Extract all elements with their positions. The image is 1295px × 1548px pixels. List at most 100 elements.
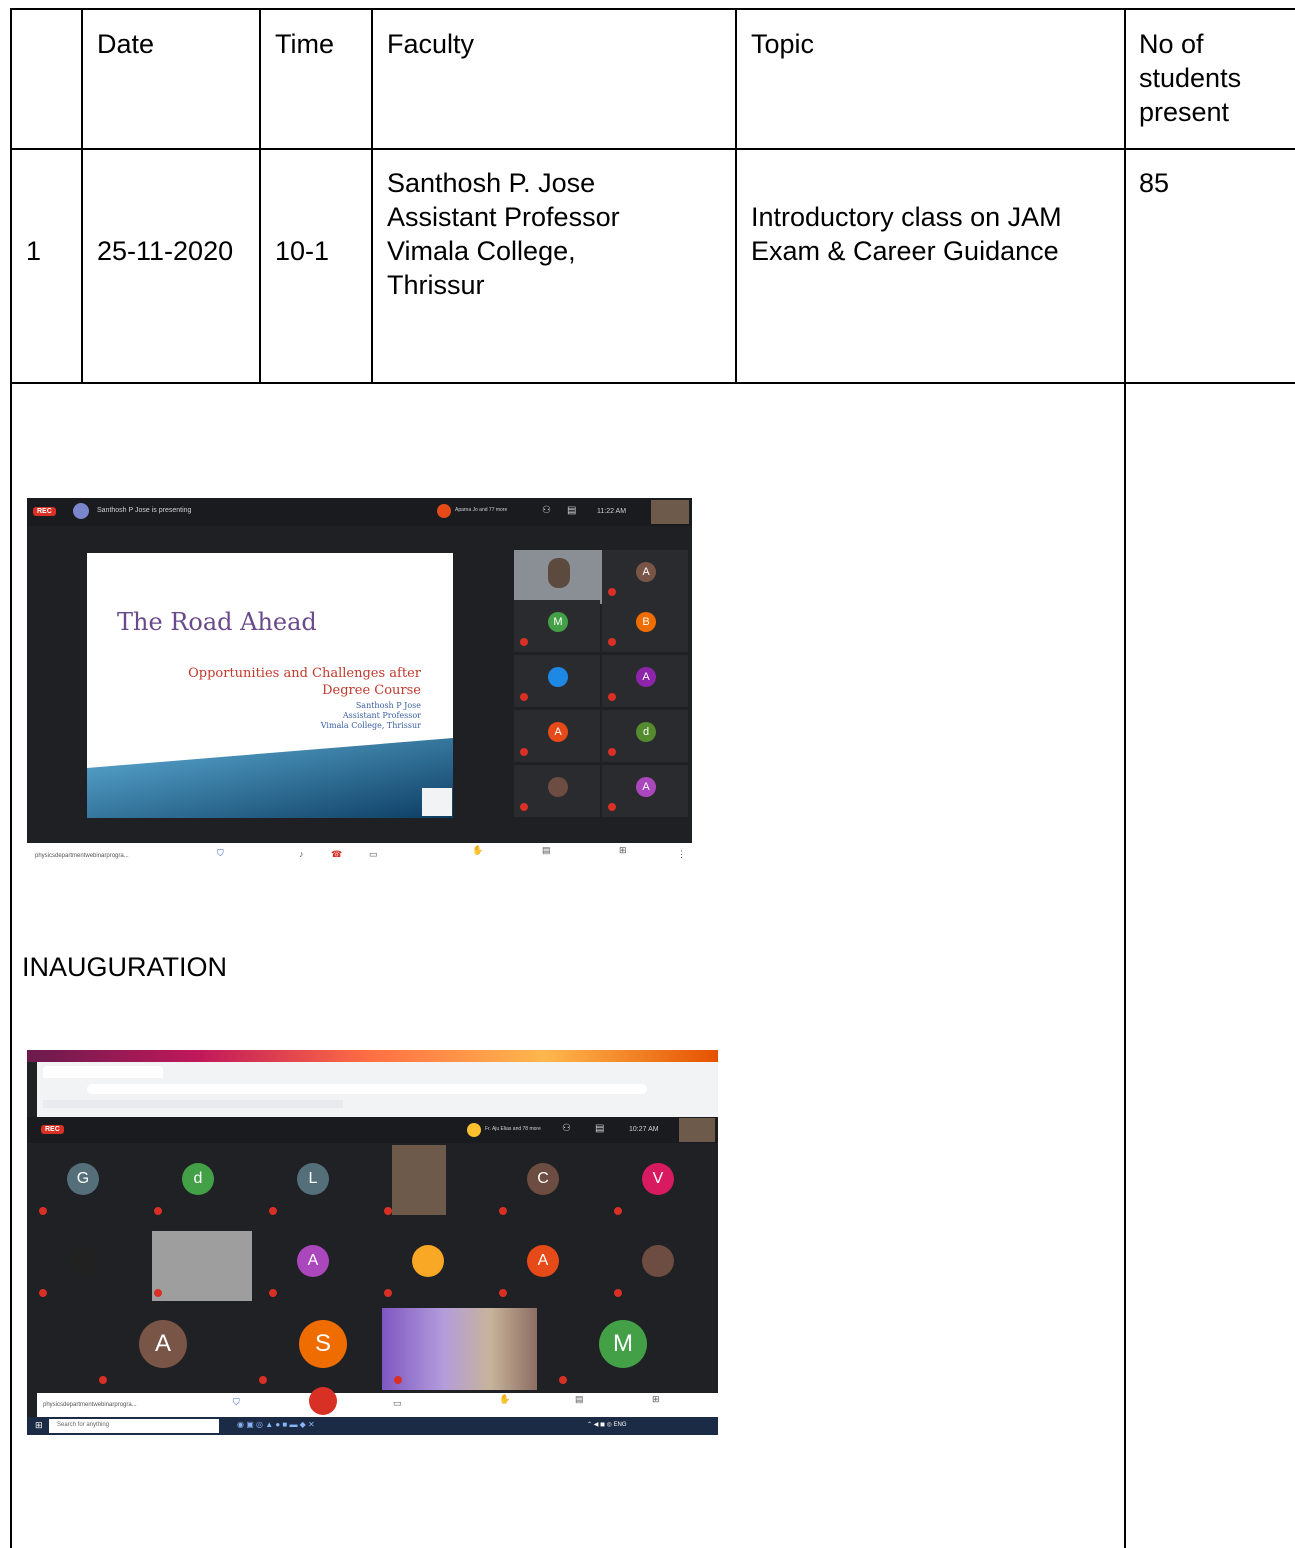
notification-popup[interactable] (422, 788, 452, 816)
participant-tile (372, 1145, 483, 1223)
camera-icon[interactable]: ▭ (369, 849, 378, 860)
hangup-button[interactable] (309, 1387, 337, 1415)
address-bar[interactable] (87, 1084, 647, 1094)
chat-icon[interactable]: ▤ (567, 505, 576, 516)
people-icon-2[interactable]: ⚇ (562, 1123, 571, 1134)
slide-subtitle: Opportunities and Challenges after Degre… (188, 665, 421, 699)
header-date: Date (97, 29, 155, 59)
muted-mic-icon (384, 1289, 392, 1297)
chat-icon-2[interactable]: ▤ (595, 1123, 604, 1134)
header-students-line: present (1139, 97, 1230, 127)
self-video-thumb (651, 500, 689, 524)
participant-tile: d (142, 1145, 253, 1223)
faculty-line: Vimala College, (387, 236, 576, 266)
muted-mic-icon (154, 1207, 162, 1215)
taskbar-search[interactable]: Search for anything (49, 1419, 219, 1433)
participant-tile: A (87, 1308, 242, 1390)
participant-avatar: A (636, 562, 656, 582)
participant-avatar: d (636, 722, 656, 742)
participant-avatar: C (527, 1163, 559, 1195)
muted-mic-icon (384, 1207, 392, 1215)
muted-mic-icon (499, 1289, 507, 1297)
participant-tile: A (514, 710, 600, 762)
windows-taskbar: ⊞ Search for anything ◉ ▣ ◎ ▲ ● ■ ▬ ◆ ✕ … (27, 1417, 718, 1435)
faculty-line: Thrissur (387, 270, 485, 300)
participant-avatar: A (636, 777, 656, 797)
people-icon[interactable]: ⚇ (542, 505, 551, 516)
desktop-wallpaper (27, 1050, 718, 1062)
muted-mic-icon (520, 638, 528, 646)
participant-tile: S (247, 1308, 402, 1390)
rec-badge: REC (33, 507, 56, 516)
slide-subtitle-line: Degree Course (322, 683, 421, 698)
participant-avatar (412, 1245, 444, 1277)
meet-top-bar-2: REC Fr. Aju Elias and 78 more ⚇ ▤ 10:27 … (27, 1117, 718, 1143)
table-border-header (10, 148, 1295, 150)
more-options-icon[interactable]: ⋮ (677, 849, 686, 860)
camera-icon-2[interactable]: ▭ (393, 1398, 402, 1409)
participant-avatar: M (548, 612, 568, 632)
participant-avatar: A (297, 1245, 329, 1277)
participant-avatar: d (182, 1163, 214, 1195)
muted-mic-icon (39, 1207, 47, 1215)
meeting-time: 11:22 AM (597, 508, 627, 515)
muted-mic-icon (154, 1289, 162, 1297)
participant-avatar: A (636, 667, 656, 687)
participant-tile: V (602, 1145, 713, 1223)
muted-mic-icon (608, 693, 616, 701)
participant-avatar (67, 1245, 99, 1277)
muted-mic-icon (39, 1289, 47, 1297)
participant-tile (382, 1308, 537, 1390)
participant-video (152, 1231, 252, 1301)
participant-tile: L (257, 1145, 368, 1223)
slide-title: The Road Ahead (117, 608, 317, 636)
participant-tile: A (602, 550, 688, 602)
shield-icon[interactable]: ⛉ (217, 848, 224, 859)
row-students: 85 (1139, 168, 1170, 198)
muted-mic-icon (259, 1376, 267, 1384)
header-faculty: Faculty (387, 29, 475, 59)
captions-icon-2[interactable]: ▤ (575, 1394, 584, 1405)
muted-mic-icon (614, 1207, 622, 1215)
faculty-line: Santhosh P. Jose (387, 168, 596, 198)
present-icon[interactable]: ⊞ (619, 845, 627, 856)
participant-avatar: S (299, 1320, 347, 1368)
row-faculty: Santhosh P. Jose Assistant Professor Vim… (387, 166, 620, 302)
muted-mic-icon (614, 1289, 622, 1297)
participant-tile: A (602, 655, 688, 707)
topic-line: Introductory class on JAM (751, 202, 1062, 232)
presenter-video-tile (514, 550, 602, 604)
participant-tile: B (602, 600, 688, 652)
meet-bottom-bar-2: physicsdepartmentwebinarprogra... ⛉ ▭ ✋ … (37, 1387, 718, 1417)
col-divider-time (259, 8, 261, 384)
muted-mic-icon (269, 1207, 277, 1215)
muted-mic-icon (394, 1376, 402, 1384)
bookmarks-bar (43, 1100, 343, 1108)
muted-mic-icon (99, 1376, 107, 1384)
raise-hand-icon[interactable]: ✋ (472, 845, 483, 856)
slide-author: Santhosh P Jose Assistant Professor Vima… (321, 701, 421, 731)
participant-tile (372, 1227, 483, 1305)
raise-hand-icon-2[interactable]: ✋ (499, 1394, 510, 1405)
browser-tab[interactable] (43, 1066, 163, 1078)
participant-avatar: A (548, 722, 568, 742)
mic-icon[interactable]: ♪ (299, 849, 304, 859)
participant-tile (142, 1227, 253, 1305)
shield-icon-2[interactable]: ⛉ (233, 1397, 240, 1408)
system-tray: ⌃ ◀ ◼ ◎ ENG (587, 1422, 627, 1428)
header-topic: Topic (751, 29, 815, 59)
captions-icon[interactable]: ▤ (542, 845, 551, 856)
col-divider-date (81, 8, 83, 384)
row-topic: Introductory class on JAM Exam & Career … (751, 200, 1062, 268)
slide-author-line: Assistant Professor (342, 711, 421, 720)
participant-video (392, 1145, 446, 1215)
taskbar-apps[interactable]: ◉ ▣ ◎ ▲ ● ■ ▬ ◆ ✕ (237, 1420, 315, 1429)
participant-tile: M (547, 1308, 702, 1390)
hangup-icon[interactable]: ☎ (331, 849, 342, 860)
row-sl: 1 (26, 236, 42, 266)
windows-start-icon[interactable]: ⊞ (35, 1420, 43, 1431)
present-icon-2[interactable]: ⊞ (652, 1394, 660, 1405)
col-divider-topic (735, 8, 737, 384)
muted-mic-icon (269, 1289, 277, 1297)
meeting-url-2: physicsdepartmentwebinarprogra... (43, 1402, 137, 1408)
